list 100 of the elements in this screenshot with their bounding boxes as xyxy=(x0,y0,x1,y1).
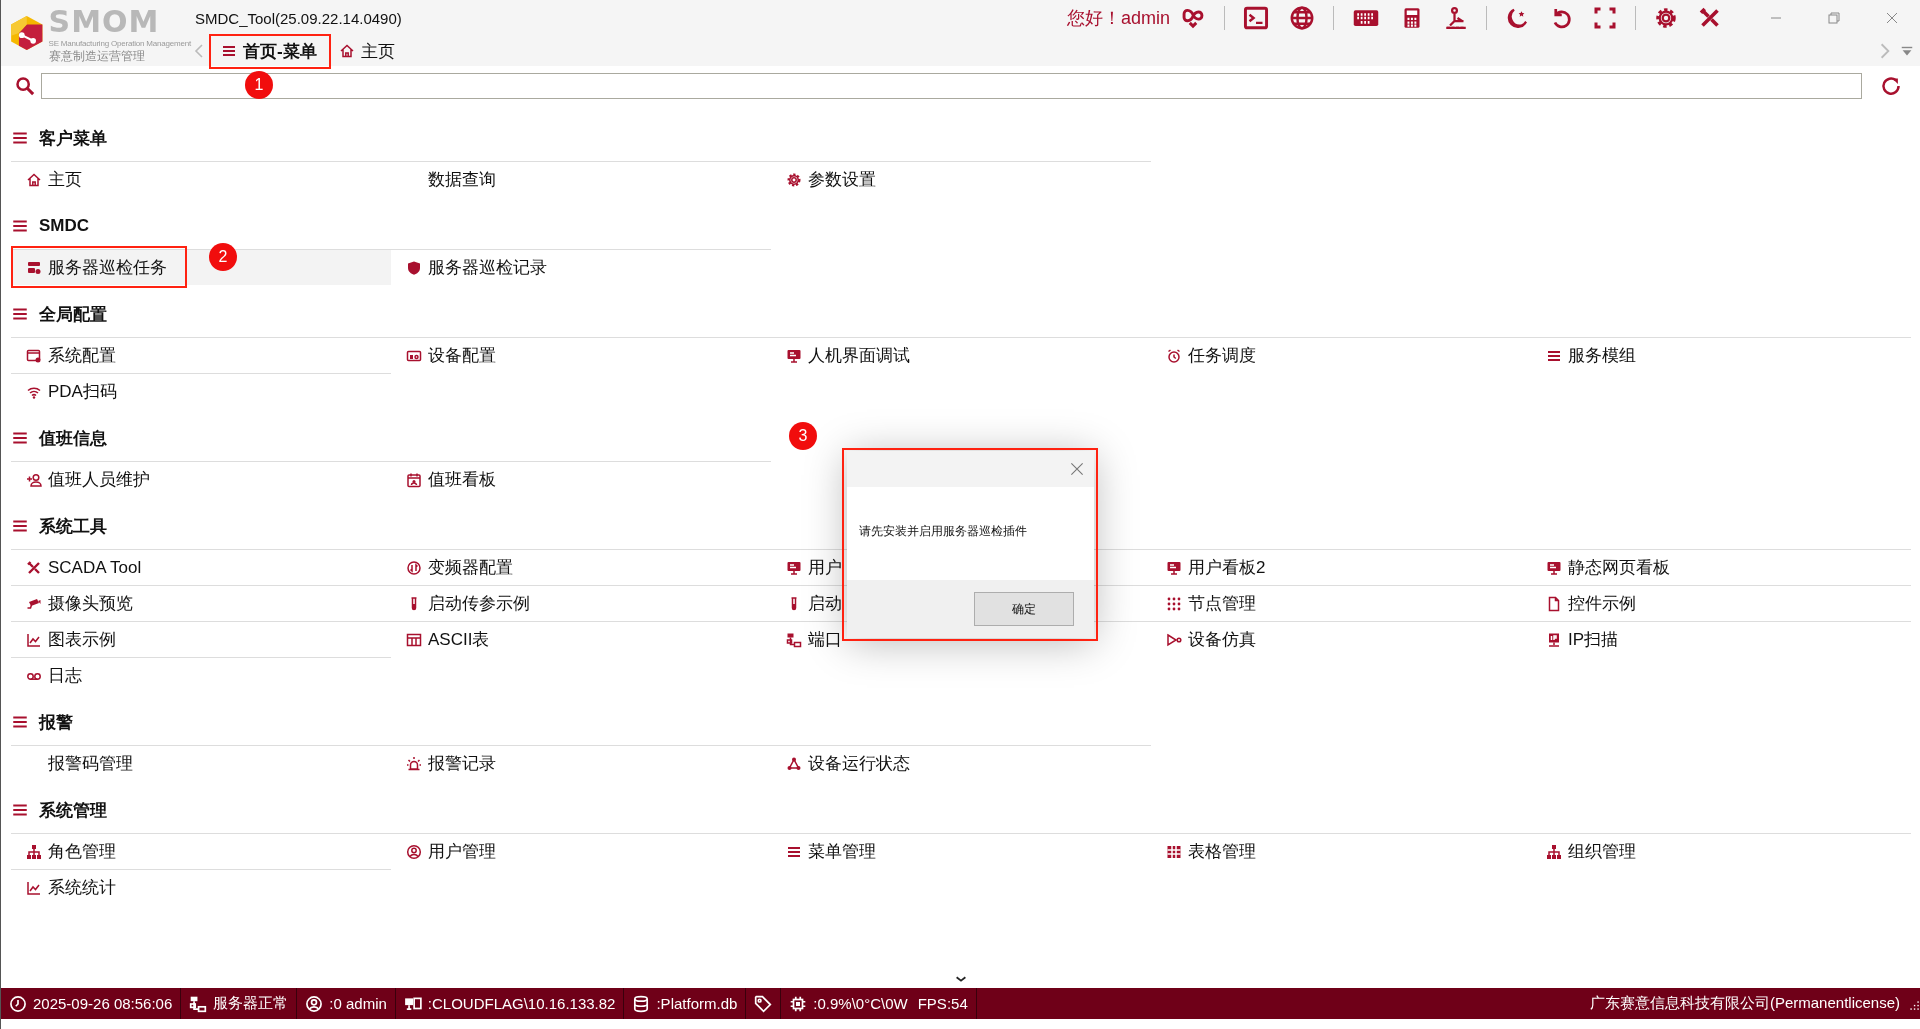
ip-monitor-icon xyxy=(1546,631,1562,648)
search-icon xyxy=(15,76,35,96)
menu-item[interactable]: 变频器配置 xyxy=(391,549,771,585)
close-icon[interactable] xyxy=(1884,10,1900,26)
section-title: 值班信息 xyxy=(39,427,107,450)
logo-tagline: SE Manufacturing Operation Management xyxy=(48,40,191,48)
list-icon xyxy=(11,801,29,819)
menu-item[interactable]: 系统配置 xyxy=(11,337,391,373)
user-icon xyxy=(305,994,324,1013)
moon-icon[interactable] xyxy=(1505,6,1529,30)
menu-item[interactable]: 设备配置 xyxy=(391,337,771,373)
dialog-message: 请先安装并启用服务器巡检插件 xyxy=(859,523,1027,540)
menu-item[interactable]: 参数设置 xyxy=(771,161,1151,197)
list-icon xyxy=(11,713,29,731)
menu-item[interactable]: IP扫描 xyxy=(1531,621,1911,657)
menu-item[interactable]: 表格管理 xyxy=(1151,833,1531,869)
dropdown-icon[interactable] xyxy=(1900,44,1914,58)
menu-item[interactable]: 控件示例 xyxy=(1531,585,1911,621)
section-title: 客户菜单 xyxy=(39,127,107,150)
logo-subtitle: 赛意制造运营管理 xyxy=(48,50,146,62)
list-icon xyxy=(11,517,29,535)
menu-item[interactable]: 菜单管理 xyxy=(771,833,1151,869)
menu-item[interactable]: 服务模组 xyxy=(1531,337,1911,373)
line-chart-icon xyxy=(26,879,42,896)
menu-item[interactable]: 用户管理 xyxy=(391,833,771,869)
terminal-icon[interactable] xyxy=(1243,5,1269,31)
file-icon xyxy=(1546,595,1562,612)
menu-item[interactable]: 图表示例 xyxy=(11,621,391,657)
confirm-button[interactable]: 确定 xyxy=(974,592,1074,626)
hierarchy-icon xyxy=(1546,843,1562,860)
siren-icon xyxy=(406,755,422,772)
shield-icon xyxy=(406,259,422,276)
company-text: 广东赛意信息科技有限公司(Permanentlicense) xyxy=(1589,994,1901,1013)
menu-item[interactable]: 人机界面调试 xyxy=(771,337,1151,373)
monitor-icon xyxy=(786,347,802,364)
section-title: 报警 xyxy=(39,711,73,734)
add-user-icon xyxy=(26,471,42,488)
menu-item[interactable]: 角色管理 xyxy=(11,833,391,869)
menu-item[interactable]: 组织管理 xyxy=(1531,833,1911,869)
network-icon xyxy=(786,631,802,648)
menu-item[interactable]: 节点管理 xyxy=(1151,585,1531,621)
triangle-nodes-icon xyxy=(786,755,802,772)
menu-item[interactable]: 服务器巡检记录 xyxy=(391,249,771,285)
tag-icon xyxy=(754,994,773,1013)
database-icon xyxy=(632,994,651,1013)
user-icon xyxy=(406,843,422,860)
menu-item[interactable]: 系统统计 xyxy=(11,869,391,905)
status-text: 服务器正常 xyxy=(213,994,289,1013)
list-icon xyxy=(11,217,29,235)
list-icon xyxy=(11,129,29,147)
table-icon xyxy=(406,631,422,648)
menu-item[interactable]: 用户看板2 xyxy=(1151,549,1531,585)
window-gear-icon xyxy=(26,347,42,364)
calendar-icon xyxy=(406,471,422,488)
refresh-icon[interactable] xyxy=(1880,75,1902,97)
menu-item[interactable]: 值班人员维护 xyxy=(11,461,391,497)
status-text: FPS:54 xyxy=(917,995,968,1012)
menu-item[interactable]: 日志 xyxy=(11,657,391,693)
menu-item[interactable]: SCADA Tool xyxy=(11,549,391,585)
search-field[interactable] xyxy=(41,73,1862,99)
tab[interactable]: 主页 xyxy=(330,35,403,67)
menu-item[interactable]: 报警码管理 xyxy=(11,745,391,781)
menu-item[interactable]: 主页 xyxy=(11,161,391,197)
close-icon[interactable] xyxy=(1068,460,1086,478)
tab[interactable]: 首页-菜单 xyxy=(213,35,325,67)
menu-item[interactable]: ASCII表 xyxy=(391,621,771,657)
clock-icon xyxy=(9,994,27,1013)
grid-icon xyxy=(1166,843,1182,860)
section-title: 系统工具 xyxy=(39,515,107,538)
menu-item[interactable]: 数据查询 xyxy=(391,161,771,197)
section-title: SMDC xyxy=(39,216,90,236)
menu-item[interactable]: PDA扫码 xyxy=(11,373,391,409)
gear-icon[interactable] xyxy=(1654,6,1678,30)
server-icon xyxy=(26,259,42,276)
callout-badge: 2 xyxy=(209,243,237,271)
cycle-icon xyxy=(406,559,422,576)
menu-item[interactable]: 报警记录 xyxy=(391,745,771,781)
menu-item[interactable]: 启动传参示例 xyxy=(391,585,771,621)
list-icon xyxy=(221,43,237,59)
globe-icon[interactable] xyxy=(1289,5,1315,31)
route-icon[interactable] xyxy=(1444,6,1468,30)
gear-icon xyxy=(786,171,802,188)
fullscreen-icon[interactable] xyxy=(1593,6,1617,30)
line-chart-icon xyxy=(26,631,42,648)
callout-badge: 3 xyxy=(789,422,817,450)
list-icon xyxy=(11,305,29,323)
menu-item[interactable]: 设备仿真 xyxy=(1151,621,1531,657)
monitor-icon xyxy=(1546,559,1562,576)
menu-item[interactable]: 设备运行状态 xyxy=(771,745,1151,781)
monitor-icon xyxy=(786,559,802,576)
menu-item[interactable]: 任务调度 xyxy=(1151,337,1531,373)
home-icon xyxy=(338,43,355,59)
play-node-icon xyxy=(1166,631,1182,648)
status-text: :0 admin xyxy=(329,995,387,1012)
menu-item[interactable]: 值班看板 xyxy=(391,461,771,497)
menu-item[interactable]: 静态网页看板 xyxy=(1531,549,1911,585)
window-title: SMDC_Tool(25.09.22.14.0490) xyxy=(194,9,402,27)
monitor-icon xyxy=(1166,559,1182,576)
dots-grid-icon xyxy=(1166,595,1182,612)
menu-item[interactable]: 摄像头预览 xyxy=(11,585,391,621)
